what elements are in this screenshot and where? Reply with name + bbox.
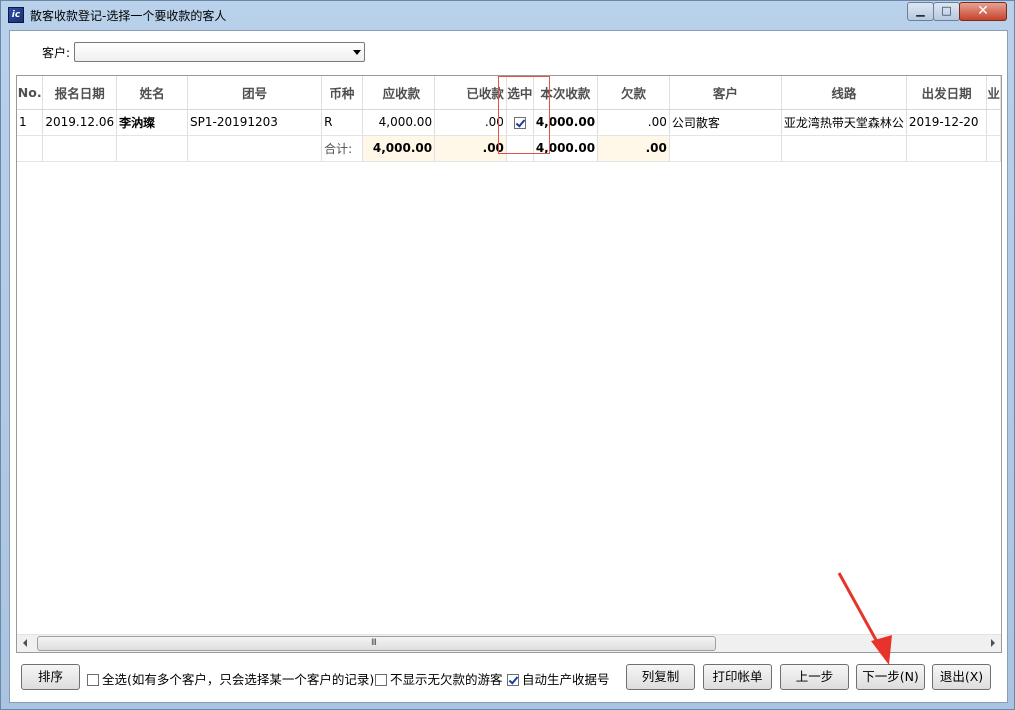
customer-label: 客户: <box>42 46 71 60</box>
app-icon: ic <box>8 7 24 23</box>
hide-no-debt-option[interactable]: 不显示无欠款的游客 <box>375 669 503 688</box>
minimize-button[interactable]: ▁ <box>907 2 934 21</box>
total-this-payment: 4,000.00 <box>533 135 599 162</box>
total-received: .00 <box>434 135 507 162</box>
total-owed: .00 <box>597 135 670 162</box>
col-header-route[interactable]: 线路 <box>781 76 907 110</box>
totals-label: 合计: <box>321 135 363 162</box>
close-button[interactable]: ✕ <box>959 2 1007 21</box>
close-icon: ✕ <box>977 3 989 19</box>
copy-columns-button[interactable]: 列复制 <box>626 664 695 690</box>
cell-reg-date[interactable]: 2019.12.06 <box>42 109 118 136</box>
auto-receipt-checkbox[interactable] <box>507 674 519 686</box>
prev-step-button[interactable]: 上一步 <box>780 664 849 690</box>
cell-this-payment[interactable]: 4,000.00 <box>533 109 599 136</box>
col-header-no[interactable]: No. <box>17 76 44 110</box>
auto-receipt-option[interactable]: 自动生产收据号 <box>507 669 610 688</box>
customer-grid[interactable]: No. 报名日期 姓名 团号 币种 应收款 已收款 选中 本次收款 欠款 客户 … <box>16 75 1002 653</box>
col-header-customer[interactable]: 客户 <box>669 76 782 110</box>
main-window: ic 散客收款登记-选择一个要收款的客人 ▁ □ ✕ 客户: No. 报名日期 … <box>0 0 1015 710</box>
scrollbar-grip: III <box>371 638 377 648</box>
cell-route[interactable]: 亚龙湾热带天堂森林公 <box>781 109 907 136</box>
scroll-right-icon[interactable] <box>991 639 995 647</box>
hide-no-debt-checkbox[interactable] <box>375 674 387 686</box>
scroll-left-icon[interactable] <box>23 639 27 647</box>
cell-received[interactable]: .00 <box>434 109 507 136</box>
col-header-depart-date[interactable]: 出发日期 <box>906 76 988 110</box>
bottom-toolbar: 排序 全选(如有多个客户，只会选择某一个客户的记录) 不显示无欠款的游客 自动生… <box>9 657 1008 697</box>
cell-customer[interactable]: 公司散客 <box>669 109 782 136</box>
col-header-name[interactable]: 姓名 <box>116 76 189 110</box>
row-selected-checkbox[interactable] <box>513 116 526 129</box>
cell-currency[interactable]: R <box>321 109 363 136</box>
exit-button[interactable]: 退出(X) <box>932 664 991 690</box>
data-table: No. 报名日期 姓名 团号 币种 应收款 已收款 选中 本次收款 欠款 客户 … <box>17 76 1001 162</box>
cell-selected[interactable] <box>506 109 534 136</box>
customer-select[interactable] <box>74 42 365 62</box>
auto-receipt-label: 自动生产收据号 <box>522 672 610 687</box>
cell-depart-date[interactable]: 2019-12-20 <box>906 109 988 136</box>
print-bill-button[interactable]: 打印帐单 <box>703 664 772 690</box>
title-bar[interactable]: ic 散客收款登记-选择一个要收款的客人 ▁ □ ✕ <box>1 1 1014 29</box>
col-header-received[interactable]: 已收款 <box>434 76 507 110</box>
minimize-icon: ▁ <box>916 4 925 17</box>
window-title: 散客收款登记-选择一个要收款的客人 <box>30 9 227 23</box>
col-header-currency[interactable]: 币种 <box>321 76 363 110</box>
col-header-more[interactable]: 业 <box>986 76 1001 110</box>
total-receivable: 4,000.00 <box>362 135 436 162</box>
table-header-row: No. 报名日期 姓名 团号 币种 应收款 已收款 选中 本次收款 欠款 客户 … <box>17 76 1001 110</box>
cell-name[interactable]: 李汭璨 <box>116 109 189 136</box>
scrollbar-thumb[interactable]: III <box>37 636 716 651</box>
cell-no[interactable]: 1 <box>17 109 44 136</box>
hide-no-debt-label: 不显示无欠款的游客 <box>390 672 503 687</box>
client-area: 客户: No. 报名日期 姓名 团号 币种 应收款 已收款 选中 本次收款 欠款… <box>9 30 1008 703</box>
next-step-button[interactable]: 下一步(N) <box>856 664 925 690</box>
select-all-label: 全选(如有多个客户，只会选择某一个客户的记录) <box>102 672 375 687</box>
select-all-option[interactable]: 全选(如有多个客户，只会选择某一个客户的记录) <box>87 669 374 688</box>
maximize-icon: □ <box>941 4 952 17</box>
table-row[interactable]: 1 2019.12.06 李汭璨 SP1-20191203 R 4,000.00… <box>17 109 1001 136</box>
col-header-receivable[interactable]: 应收款 <box>362 76 436 110</box>
cell-receivable[interactable]: 4,000.00 <box>362 109 436 136</box>
col-header-selected[interactable]: 选中 <box>506 76 534 110</box>
maximize-button[interactable]: □ <box>933 2 960 21</box>
col-header-reg-date[interactable]: 报名日期 <box>42 76 118 110</box>
cell-owed[interactable]: .00 <box>597 109 670 136</box>
horizontal-scrollbar[interactable]: III <box>17 634 1001 652</box>
select-all-checkbox[interactable] <box>87 674 99 686</box>
col-header-owed[interactable]: 欠款 <box>597 76 670 110</box>
sort-button[interactable]: 排序 <box>21 664 80 690</box>
totals-row: 合计: 4,000.00 .00 4,000.00 .00 <box>17 135 1001 162</box>
cell-group-no[interactable]: SP1-20191203 <box>187 109 323 136</box>
col-header-group-no[interactable]: 团号 <box>187 76 323 110</box>
chevron-down-icon <box>353 50 361 55</box>
cell-more[interactable] <box>986 109 1001 136</box>
col-header-this-payment[interactable]: 本次收款 <box>533 76 599 110</box>
